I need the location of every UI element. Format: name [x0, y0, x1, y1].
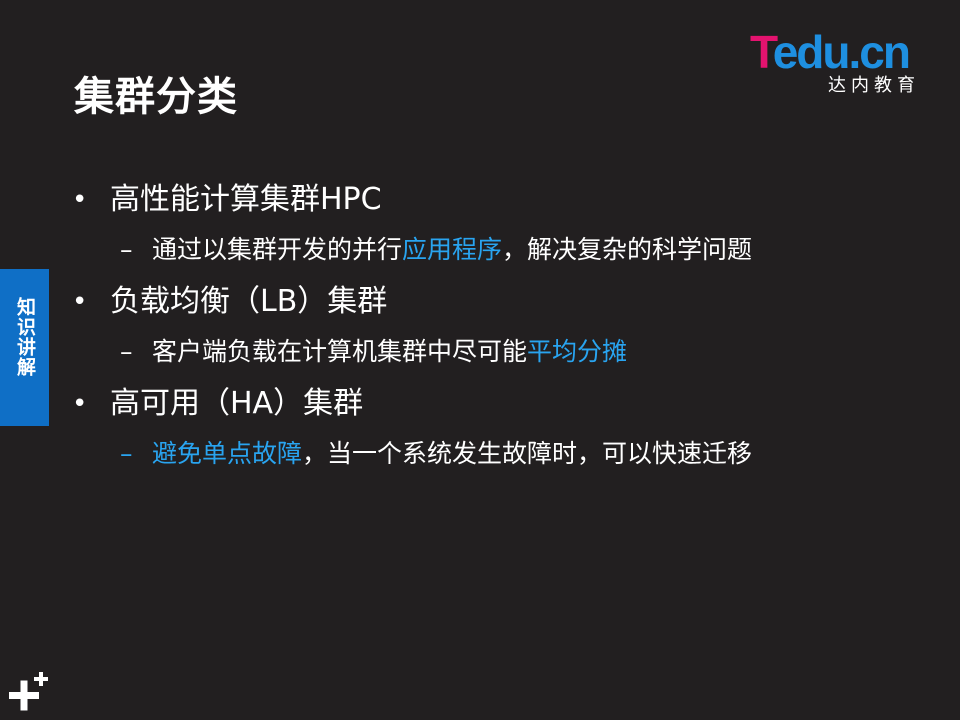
sub-bullet-text: 通过以集群开发的并行应用程序，解决复杂的科学问题	[152, 230, 752, 270]
logo-brand: Tedu.cn	[750, 26, 911, 78]
sub-text-post: ，当一个系统发生故障时，可以快速迁移	[302, 439, 753, 468]
bullet-item: • 高可用（HA）集群	[72, 382, 932, 434]
bullet-list: • 高性能计算集群HPC – 通过以集群开发的并行应用程序，解决复杂的科学问题 …	[72, 178, 932, 484]
dash-icon: –	[120, 235, 133, 264]
logo-brand-t: T	[750, 26, 775, 78]
sub-text-highlight: 避免单点故障	[152, 439, 303, 468]
sub-bullet-text: 客户端负载在计算机集群中尽可能平均分摊	[152, 332, 627, 372]
bullet-item: • 高性能计算集群HPC	[72, 178, 932, 230]
logo-brand-rest: edu.cn	[772, 26, 911, 78]
bullet-text: 高性能计算集群HPC	[110, 182, 382, 217]
slide-title: 集群分类	[74, 74, 238, 120]
bullet-dot-icon: •	[72, 185, 88, 215]
dash-icon: –	[120, 439, 133, 468]
dash-icon: –	[120, 337, 133, 366]
bullet-dot-icon: •	[72, 287, 88, 317]
side-tab-label: 知识讲解	[14, 297, 36, 377]
bullet-item: • 负载均衡（LB）集群	[72, 280, 932, 332]
side-tab: 知识讲解	[0, 269, 49, 426]
bullet-text: 高可用（HA）集群	[110, 386, 364, 421]
bullet-dot-icon: •	[72, 389, 88, 419]
sub-bullet-text: 避免单点故障，当一个系统发生故障时，可以快速迁移	[152, 434, 752, 474]
sub-text-pre: 客户端负载在计算机集群中尽可能	[152, 337, 528, 366]
sub-bullet-item: – 通过以集群开发的并行应用程序，解决复杂的科学问题	[72, 230, 932, 280]
sub-bullet-item: – 避免单点故障，当一个系统发生故障时，可以快速迁移	[72, 434, 932, 484]
sub-text-post: ，解决复杂的科学问题	[502, 235, 753, 264]
sub-text-highlight: 应用程序	[402, 235, 503, 264]
bullet-text: 负载均衡（LB）集群	[110, 284, 388, 319]
sub-bullet-item: – 客户端负载在计算机集群中尽可能平均分摊	[72, 332, 932, 382]
slide: 集群分类 Tedu.cn 达内教育 知识讲解 • 高性能计算集群HPC – 通过…	[0, 0, 960, 720]
tedu-logo: Tedu.cn 达内教育	[750, 28, 930, 100]
plus-decoration-icon	[9, 672, 48, 711]
sub-text-highlight: 平均分摊	[527, 337, 628, 366]
logo-subtitle: 达内教育	[828, 75, 920, 96]
sub-text-pre: 通过以集群开发的并行	[152, 235, 403, 264]
